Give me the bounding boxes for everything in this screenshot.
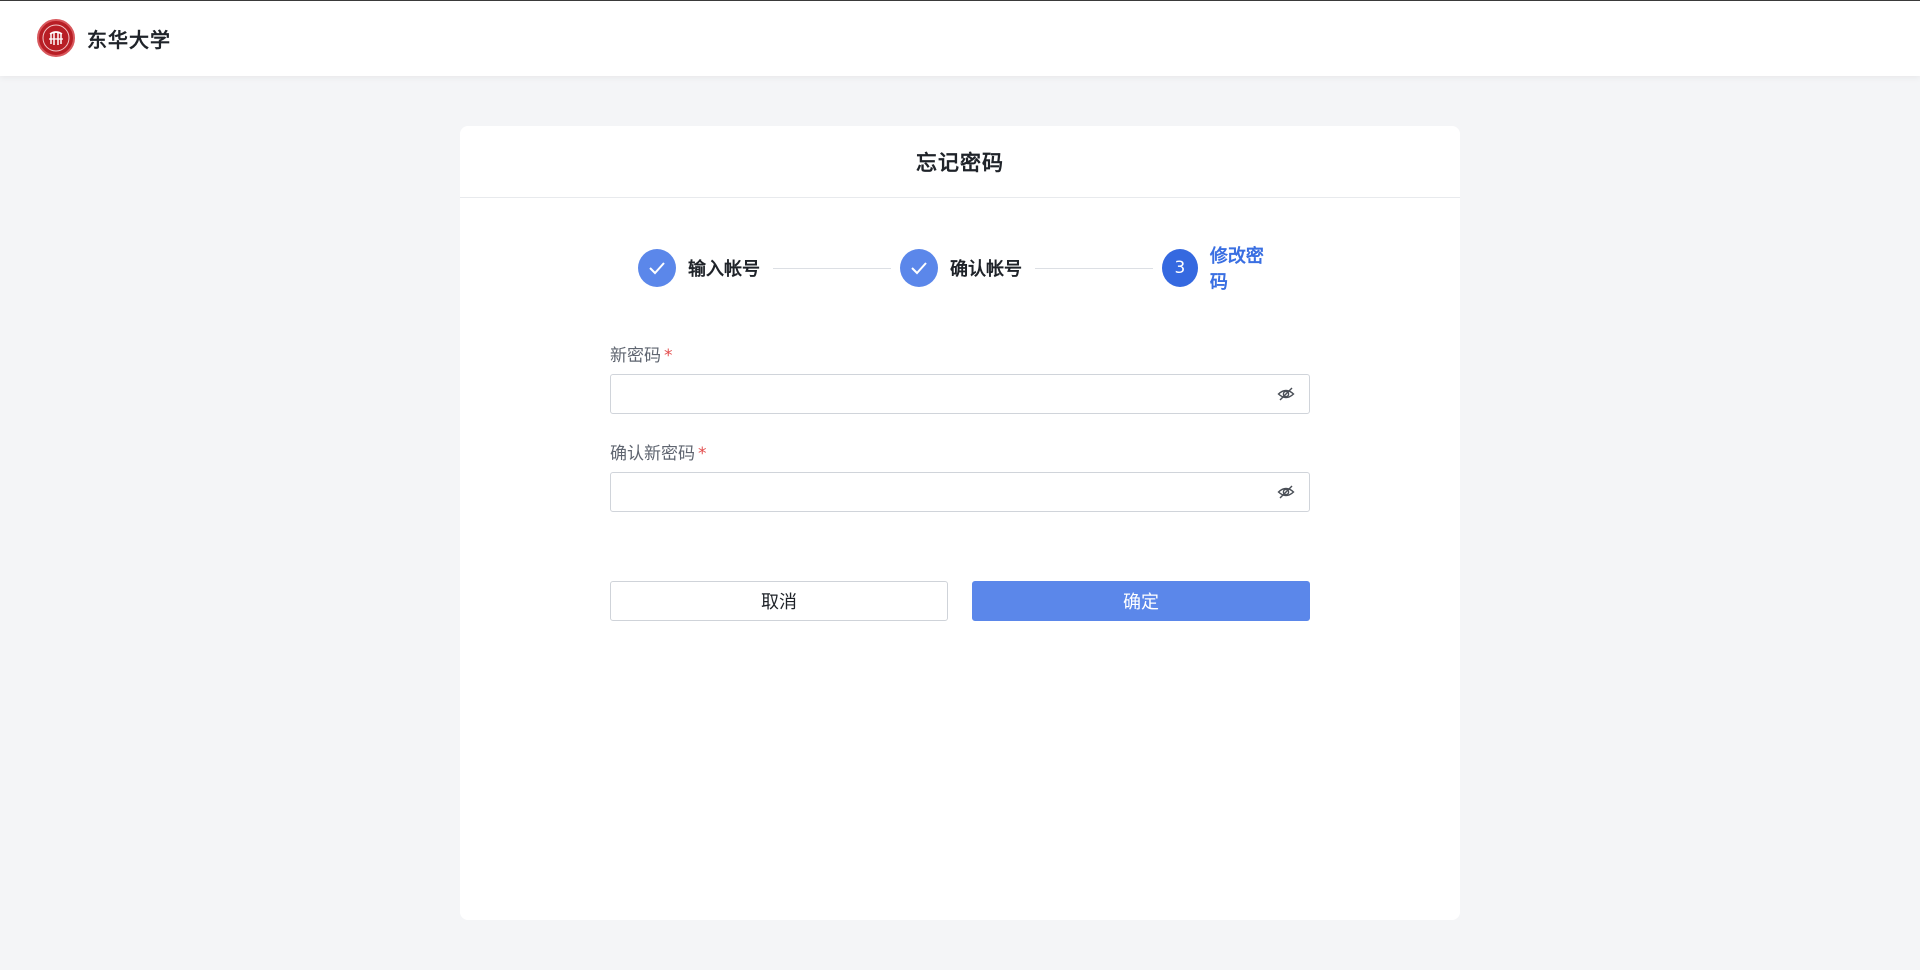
step-label: 确认帐号 bbox=[950, 259, 1022, 280]
page-title: 忘记密码 bbox=[916, 150, 1004, 175]
card-header: 忘记密码 bbox=[460, 126, 1460, 198]
step-confirm-account: 确认帐号 bbox=[900, 248, 1022, 288]
form-actions: 取消 确定 bbox=[610, 581, 1310, 621]
cancel-button[interactable]: 取消 bbox=[610, 581, 948, 621]
step-change-password: 3 修改密码 bbox=[1162, 246, 1278, 293]
university-logo-icon bbox=[37, 19, 75, 57]
confirm-button[interactable]: 确定 bbox=[972, 581, 1310, 621]
step-label: 修改密码 bbox=[1209, 246, 1264, 293]
step-label: 输入帐号 bbox=[688, 259, 760, 280]
check-icon bbox=[900, 249, 938, 287]
eye-hidden-icon[interactable] bbox=[1277, 484, 1295, 500]
new-password-field: 新密码 * bbox=[610, 344, 1310, 414]
eye-hidden-icon[interactable] bbox=[1277, 386, 1295, 402]
password-form: 新密码 * 确认新密码 * bbox=[610, 344, 1310, 512]
step-connector bbox=[773, 268, 891, 269]
step-connector bbox=[1035, 268, 1153, 269]
field-label: 新密码 * bbox=[610, 344, 1310, 368]
new-password-input-wrap bbox=[610, 374, 1310, 414]
confirm-password-input[interactable] bbox=[611, 473, 1275, 511]
confirm-password-field: 确认新密码 * bbox=[610, 442, 1310, 512]
required-mark: * bbox=[698, 444, 707, 464]
new-password-input[interactable] bbox=[611, 375, 1275, 413]
required-mark: * bbox=[664, 346, 673, 366]
step-number: 3 bbox=[1162, 249, 1198, 287]
confirm-password-label: 确认新密码 bbox=[610, 444, 695, 464]
confirm-password-input-wrap bbox=[610, 472, 1310, 512]
forgot-password-card: 忘记密码 输入帐号 确认帐号 3 修改密码 新密码 * 确认新密码 * 取消 确… bbox=[460, 126, 1460, 920]
top-bar: 东华大学 bbox=[0, 0, 1920, 76]
brand[interactable]: 东华大学 bbox=[37, 19, 171, 57]
progress-steps: 输入帐号 确认帐号 3 修改密码 bbox=[638, 246, 1278, 293]
new-password-label: 新密码 bbox=[610, 346, 661, 366]
field-label: 确认新密码 * bbox=[610, 442, 1310, 466]
brand-name: 东华大学 bbox=[87, 27, 171, 52]
step-enter-account: 输入帐号 bbox=[638, 248, 760, 288]
check-icon bbox=[638, 249, 676, 287]
